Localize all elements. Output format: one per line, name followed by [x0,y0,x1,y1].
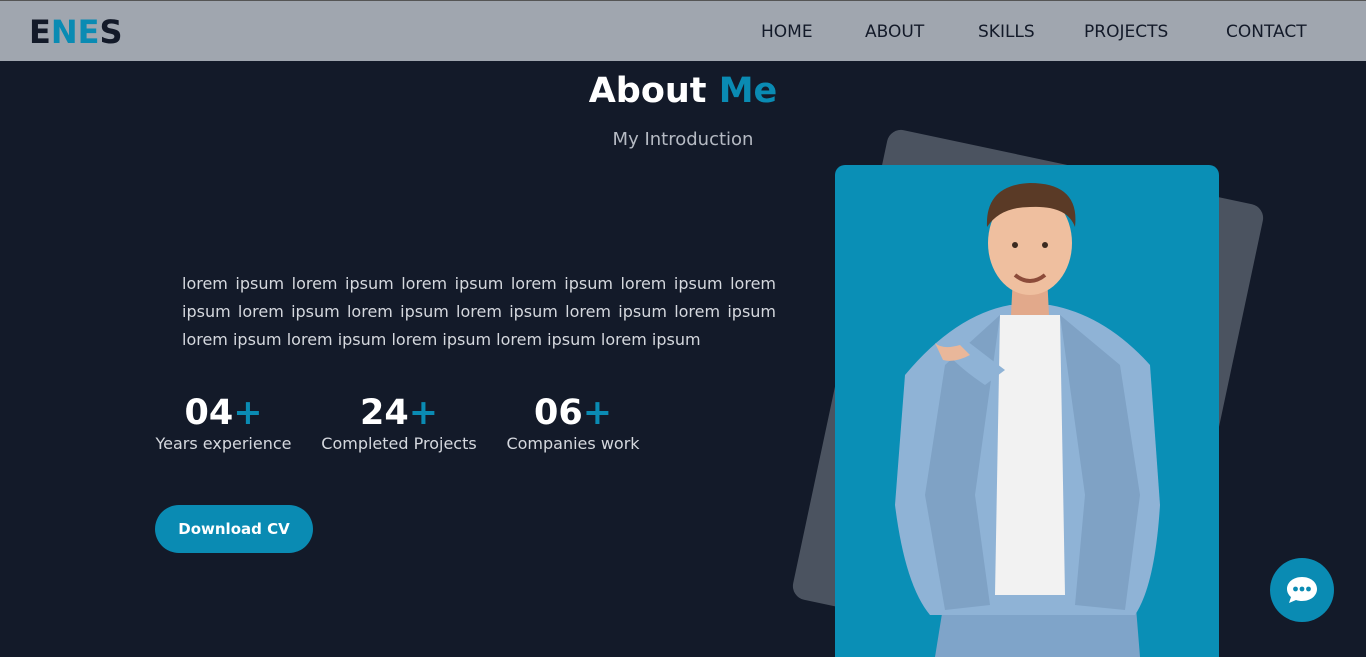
chat-bubble-icon [1287,577,1317,603]
nav-about[interactable]: ABOUT [865,22,924,42]
stat-plus: + [233,393,263,433]
logo[interactable]: ENES [29,13,123,51]
logo-part-3: S [99,13,123,51]
stat-number: 06+ [505,392,641,434]
stat-years: 04+ Years experience [155,392,292,453]
logo-part-1: E [29,13,51,51]
download-cv-button[interactable]: Download CV [155,505,313,553]
stat-label: Completed Projects [321,434,477,453]
nav-home[interactable]: HOME [761,22,813,42]
section-subtitle: My Introduction [612,129,754,150]
stat-value: 04 [184,393,234,433]
logo-part-2: NE [50,13,100,51]
stat-companies: 06+ Companies work [505,392,641,453]
nav-projects[interactable]: PROJECTS [1084,22,1168,42]
person-illustration [895,183,1160,657]
navbar: ENES HOME ABOUT SKILLS PROJECTS CONTACT [0,0,1366,61]
stat-value: 06 [533,393,583,433]
section-title: About Me [0,71,1366,111]
stat-projects: 24+ Completed Projects [320,392,478,453]
intro-text: lorem ipsum lorem ipsum lorem ipsum lore… [182,274,776,349]
nav-contact[interactable]: CONTACT [1226,22,1307,42]
stat-number: 24+ [320,392,478,434]
section-title-main: About [588,71,707,111]
stat-number: 04+ [155,392,292,434]
stat-plus: + [408,393,439,433]
section-title-accent: Me [718,71,778,111]
stat-plus: + [582,393,613,433]
profile-photo [835,165,1219,657]
chat-button[interactable] [1270,558,1334,622]
stat-label: Years experience [155,434,292,453]
stat-label: Companies work [506,434,640,453]
nav-skills[interactable]: SKILLS [978,22,1035,42]
stat-value: 24 [359,393,409,433]
